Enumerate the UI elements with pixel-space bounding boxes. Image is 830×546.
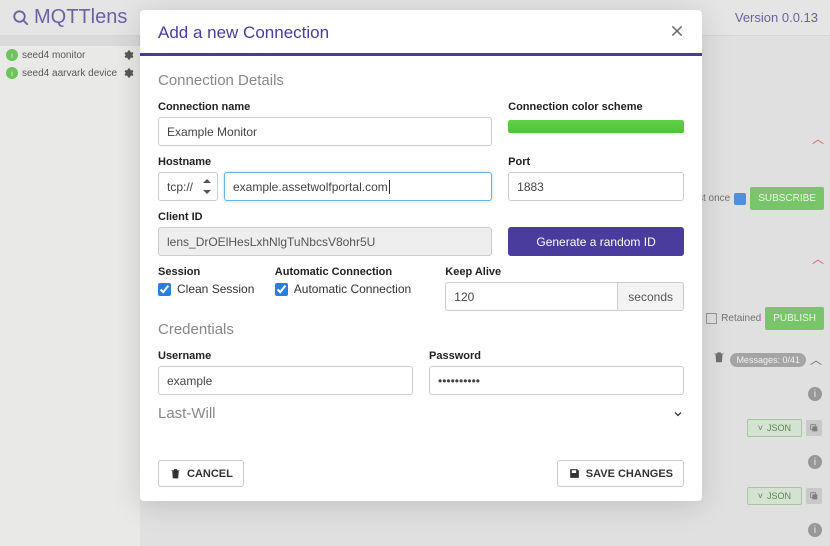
client-id-label: Client ID <box>158 211 492 223</box>
hostname-label: Hostname <box>158 156 492 168</box>
keepalive-input[interactable] <box>445 282 618 311</box>
lastwill-label: Last-Will <box>158 405 216 422</box>
conn-name-label: Connection name <box>158 101 492 113</box>
modal-title: Add a new Connection <box>158 23 329 43</box>
protocol-select[interactable]: tcp:// <box>158 172 218 201</box>
lastwill-section[interactable]: Last-Will <box>158 405 684 422</box>
port-label: Port <box>508 156 684 168</box>
conn-name-input[interactable] <box>158 117 492 146</box>
auto-conn-checkbox[interactable] <box>275 283 288 296</box>
save-button[interactable]: SAVE CHANGES <box>557 460 684 487</box>
close-button[interactable] <box>670 22 684 43</box>
generate-id-button[interactable]: Generate a random ID <box>508 227 684 256</box>
password-input[interactable] <box>429 366 684 395</box>
session-label: Session <box>158 266 259 278</box>
keepalive-label: Keep Alive <box>445 266 684 278</box>
username-label: Username <box>158 350 413 362</box>
modal-header: Add a new Connection <box>140 10 702 53</box>
username-input[interactable] <box>158 366 413 395</box>
color-scheme-bar[interactable] <box>508 120 684 133</box>
section-details-title: Connection Details <box>158 72 684 89</box>
section-credentials-title: Credentials <box>158 321 684 338</box>
clean-session-checkbox[interactable] <box>158 283 171 296</box>
modal-footer: CANCEL SAVE CHANGES <box>140 450 702 501</box>
port-input[interactable] <box>508 172 684 201</box>
cancel-button[interactable]: CANCEL <box>158 460 244 487</box>
add-connection-modal: Add a new Connection Connection Details … <box>140 10 702 501</box>
color-scheme-label: Connection color scheme <box>508 101 684 113</box>
trash-icon <box>169 467 182 480</box>
auto-conn-heading: Automatic Connection <box>275 266 430 278</box>
password-label: Password <box>429 350 684 362</box>
save-icon <box>568 467 581 480</box>
hostname-input[interactable]: example.assetwolfportal.com <box>224 172 492 201</box>
close-icon <box>670 24 684 38</box>
keepalive-unit: seconds <box>618 282 684 311</box>
clean-session-label: Clean Session <box>177 282 254 296</box>
chevron-down-icon <box>672 408 684 420</box>
auto-conn-label: Automatic Connection <box>294 282 411 296</box>
modal-body: Connection Details Connection name Conne… <box>140 56 702 438</box>
client-id-input[interactable] <box>158 227 492 256</box>
